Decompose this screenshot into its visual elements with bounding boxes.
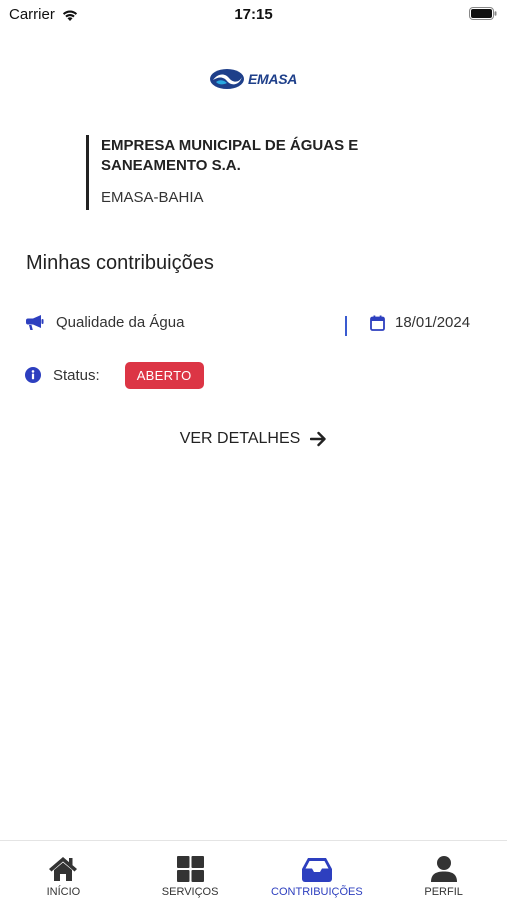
battery-icon <box>469 7 497 20</box>
grid-icon <box>176 856 204 882</box>
tab-label: INÍCIO <box>46 886 81 898</box>
contribution-date: 18/01/2024 <box>370 314 470 331</box>
user-icon <box>430 856 457 882</box>
divider <box>345 316 347 336</box>
tab-label: CONTRIBUIÇÕES <box>271 886 363 898</box>
clock: 17:15 <box>234 6 273 23</box>
info-icon <box>25 367 41 383</box>
logo-text: EMASA <box>248 71 298 87</box>
company-info: EMPRESA MUNICIPAL DE ÁGUAS E SANEAMENTO … <box>86 135 386 210</box>
arrow-right-icon <box>310 431 327 447</box>
calendar-icon <box>370 315 385 331</box>
status-label: Status: <box>53 366 100 384</box>
tab-servicos[interactable]: SERVIÇOS <box>127 841 254 900</box>
company-subtitle: EMASA-BAHIA <box>101 189 204 206</box>
tab-label: PERFIL <box>424 886 463 898</box>
inbox-icon <box>301 858 332 882</box>
home-icon <box>49 857 78 881</box>
megaphone-icon <box>26 315 44 330</box>
tab-bar: INÍCIO SERVIÇOS CONTRIBUIÇÕES PERFIL <box>0 840 507 900</box>
status-bar: Carrier 17:15 <box>0 0 507 30</box>
emasa-logo-icon <box>210 69 244 89</box>
tab-label: SERVIÇOS <box>161 886 219 898</box>
company-name: EMPRESA MUNICIPAL DE ÁGUAS E SANEAMENTO … <box>101 137 359 174</box>
view-details-label: VER DETALHES <box>179 430 301 447</box>
tab-contribuicoes[interactable]: CONTRIBUIÇÕES <box>254 841 381 900</box>
tab-perfil[interactable]: PERFIL <box>380 841 507 900</box>
page-title: Minhas contribuições <box>26 252 214 274</box>
emasa-logo: EMASA <box>209 68 297 90</box>
view-details-button[interactable]: VER DETALHES <box>0 430 507 448</box>
contribution-category: Qualidade da Água <box>25 314 184 331</box>
contribution-item: Qualidade da Água 18/01/2024 <box>25 314 485 338</box>
status-row: Status: ABERTO <box>25 360 204 390</box>
status-badge: ABERTO <box>124 361 204 389</box>
tab-inicio[interactable]: INÍCIO <box>0 841 127 900</box>
date-label: 18/01/2024 <box>395 314 471 331</box>
category-label: Qualidade da Água <box>56 314 185 331</box>
